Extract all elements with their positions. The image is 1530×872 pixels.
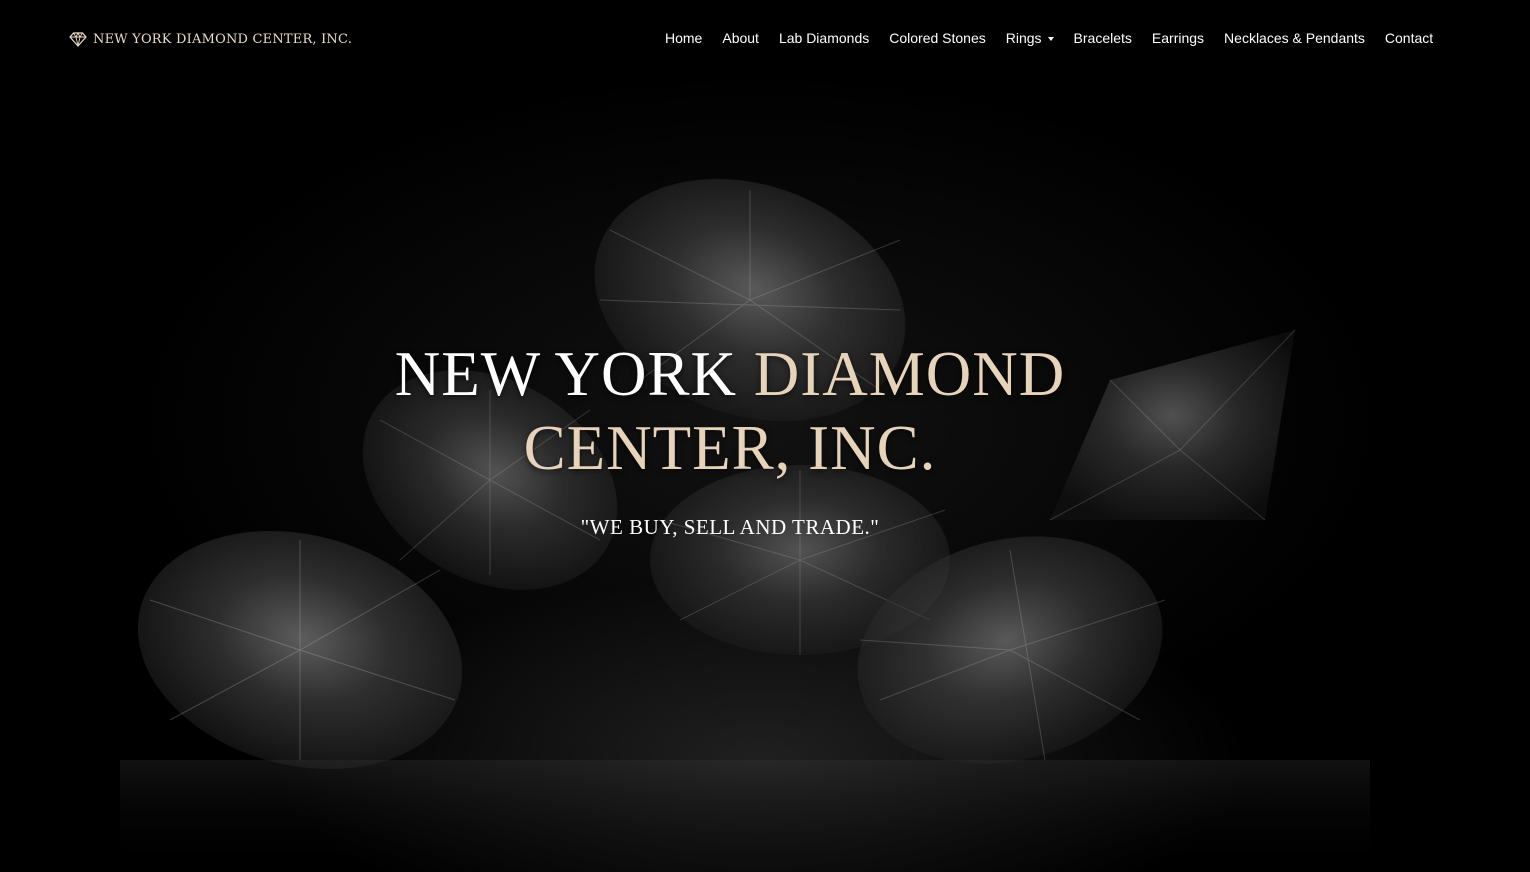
diamond-icon <box>69 31 87 47</box>
nav-item-label: Home <box>665 30 703 46</box>
hero-title-part1: NEW YORK <box>394 339 754 409</box>
nav-item-contact[interactable]: Contact <box>1385 28 1433 48</box>
nav-item-colored-stones[interactable]: Colored Stones <box>889 28 986 48</box>
nav-item-label: About <box>722 30 759 46</box>
nav-item-label: Necklaces & Pendants <box>1224 30 1365 46</box>
nav-item-rings-dropdown[interactable]: Rings <box>1006 28 1054 48</box>
hero-title-part2: DIAMOND <box>753 339 1066 409</box>
nav-item-label: Contact <box>1384 30 1434 46</box>
nav-item-label: Bracelets <box>1073 30 1132 46</box>
nav-item-about[interactable]: About <box>722 28 759 48</box>
hero-title-line2: CENTER, INC. <box>523 413 937 483</box>
nav-item-label: Lab Diamonds <box>778 30 870 46</box>
nav-item-lab-diamonds[interactable]: Lab Diamonds <box>779 28 869 48</box>
brand-link[interactable]: NEW YORK DIAMOND CENTER, INC. <box>69 28 352 50</box>
nav-item-label: Earrings <box>1151 30 1205 46</box>
navbar: NEW YORK DIAMOND CENTER, INC. Home About… <box>0 0 1530 76</box>
hero-tagline: "WE BUY, SELL AND TRADE." <box>580 515 880 539</box>
nav-item-earrings[interactable]: Earrings <box>1152 28 1204 48</box>
main-nav: Home About Lab Diamonds Colored Stones R… <box>665 28 1433 48</box>
nav-item-label: Colored Stones <box>889 30 986 46</box>
hero-title: NEW YORK DIAMOND CENTER, INC. <box>300 337 1160 485</box>
nav-item-home[interactable]: Home <box>665 28 702 48</box>
nav-item-necklaces-pendants[interactable]: Necklaces & Pendants <box>1224 28 1365 48</box>
caret-down-icon <box>1047 36 1054 41</box>
brand-name: NEW YORK DIAMOND CENTER, INC. <box>93 31 353 47</box>
nav-item-bracelets[interactable]: Bracelets <box>1074 28 1132 48</box>
nav-item-label: Rings <box>1005 30 1042 46</box>
